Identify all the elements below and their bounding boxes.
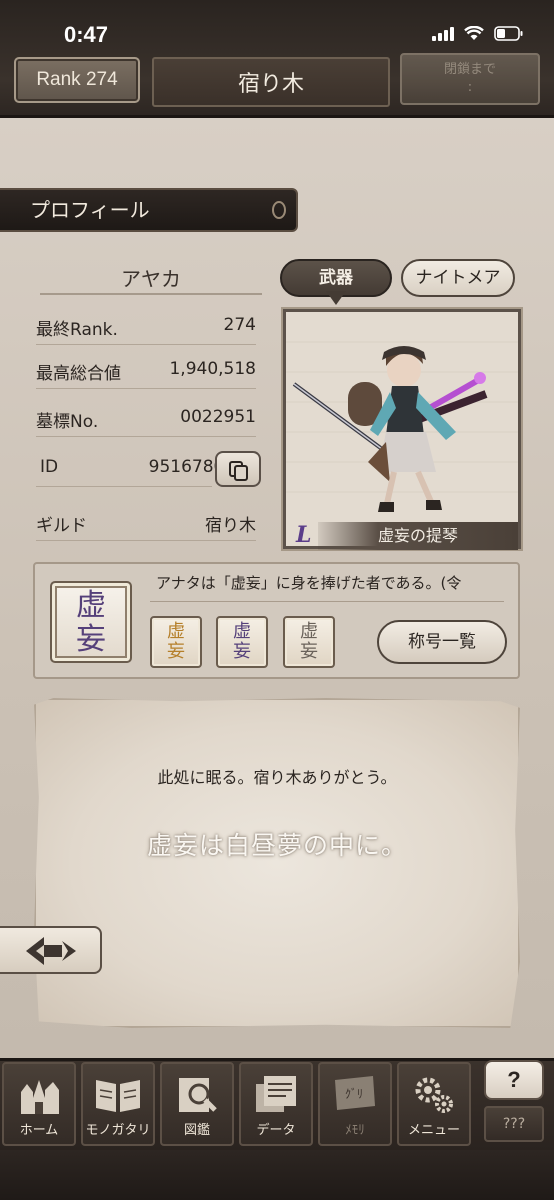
title-slot-char: 虚 [167, 621, 185, 642]
battery-icon [494, 26, 523, 41]
stat-value: 宿り木 [205, 516, 256, 536]
stat-value: 1,940,518 [169, 359, 256, 379]
stat-value: 274 [223, 315, 256, 335]
nav-label: ﾒﾓﾘ [345, 1123, 365, 1138]
nav-encyclopedia[interactable]: 図鑑 [160, 1062, 234, 1146]
weapon-name: 虚妄の提琴 [318, 522, 518, 550]
nav-home[interactable]: ホーム [2, 1062, 76, 1146]
copy-icon-front [234, 465, 248, 481]
stat-key: 最高総合値 [36, 364, 121, 384]
stat-row-grave-number: 墓標No. 0022951 [36, 401, 256, 437]
book-icon [96, 1080, 140, 1112]
equipped-title-badge[interactable]: 虚 妄 [50, 581, 132, 663]
nav-label: ホーム [19, 1123, 59, 1138]
title-slot-char: 妄 [300, 641, 318, 662]
status-icons [432, 26, 524, 41]
title-slot-char: 妄 [233, 641, 251, 662]
scroll-icon: ｸﾞﾘ [335, 1076, 375, 1110]
epitaph-highlight: 虚妄は白昼夢の中に。 [146, 831, 407, 860]
nav-help[interactable]: ? ??? [480, 1060, 548, 1146]
character-name: アヤカ [40, 263, 262, 295]
closing-timer: 閉鎖まで : [400, 53, 540, 105]
stat-key: 最終Rank. [36, 320, 118, 340]
wifi-icon [464, 26, 484, 40]
title-slot-3[interactable]: 虚 妄 [283, 616, 335, 668]
title-slot-1[interactable]: 虚 妄 [150, 616, 202, 668]
closing-label: 閉鎖まで [443, 62, 496, 77]
title-slot-char: 虚 [233, 621, 251, 642]
stat-key: ID [40, 457, 59, 477]
weapon-rarity-badge: L [296, 522, 312, 548]
title-slot-char: 妄 [167, 641, 185, 662]
nav-menu[interactable]: メニュー [397, 1062, 471, 1146]
magnifier-book-icon [179, 1078, 217, 1112]
epitaph-message: 此処に眠る。宿り木ありがとう。 [157, 768, 397, 787]
castle-icon [21, 1080, 59, 1114]
title-description: アナタは「虚妄」に身を捧げた者である。(令 [150, 572, 504, 602]
player-name-plate: 宿り木 [152, 57, 390, 107]
title-slot-char: 虚 [300, 621, 318, 642]
documents-icon [256, 1076, 296, 1112]
gears-icon [415, 1077, 453, 1113]
nav-data[interactable]: データ [239, 1062, 313, 1146]
stat-row-max-total: 最高総合値 1,940,518 [36, 353, 256, 389]
stat-key: ギルド [36, 516, 87, 536]
title-badge-char: 虚 [76, 588, 106, 623]
help-icon: ? [484, 1060, 544, 1100]
cellular-signal-icon [432, 26, 454, 41]
nav-label: メニュー [407, 1123, 460, 1138]
rank-badge: Rank 274 [14, 57, 140, 103]
stat-row-final-rank: 最終Rank. 274 [36, 309, 256, 345]
nav-label: モノガタリ [85, 1123, 151, 1138]
svg-text:ｸﾞﾘ: ｸﾞﾘ [345, 1087, 363, 1101]
copy-id-button[interactable] [215, 451, 261, 487]
weapon-card[interactable]: L 虚妄の提琴 [283, 309, 521, 550]
bottom-frame [0, 1150, 554, 1200]
help-label: ??? [484, 1106, 544, 1142]
ornament-icon [272, 201, 286, 219]
stat-value: 0022951 [180, 407, 256, 427]
back-arrow-icon [26, 937, 76, 965]
stat-row-id: ID 951678057 [36, 451, 246, 487]
nav-label: データ [256, 1123, 296, 1138]
nav-memory[interactable]: ｸﾞﾘ ﾒﾓﾘ [318, 1062, 392, 1146]
nav-label: 図鑑 [183, 1123, 210, 1138]
title-list-button[interactable]: 称号一覧 [377, 620, 507, 664]
epitaph-paper [34, 698, 520, 1028]
closing-value: : [467, 80, 473, 95]
status-bar: 0:47 [0, 0, 554, 52]
status-time: 0:47 [64, 22, 109, 47]
character-portrait [286, 341, 518, 512]
nav-story[interactable]: モノガタリ [81, 1062, 155, 1146]
title-badge-char: 妄 [76, 622, 106, 657]
stat-row-guild: ギルド 宿り木 [36, 505, 256, 541]
profile-section-header: プロフィール [0, 188, 298, 232]
profile-section-title: プロフィール [30, 198, 150, 222]
title-slot-2[interactable]: 虚 妄 [216, 616, 268, 668]
back-button[interactable] [0, 926, 102, 974]
stat-key: 墓標No. [36, 412, 99, 432]
tab-nightmare[interactable]: ナイトメア [401, 259, 515, 297]
